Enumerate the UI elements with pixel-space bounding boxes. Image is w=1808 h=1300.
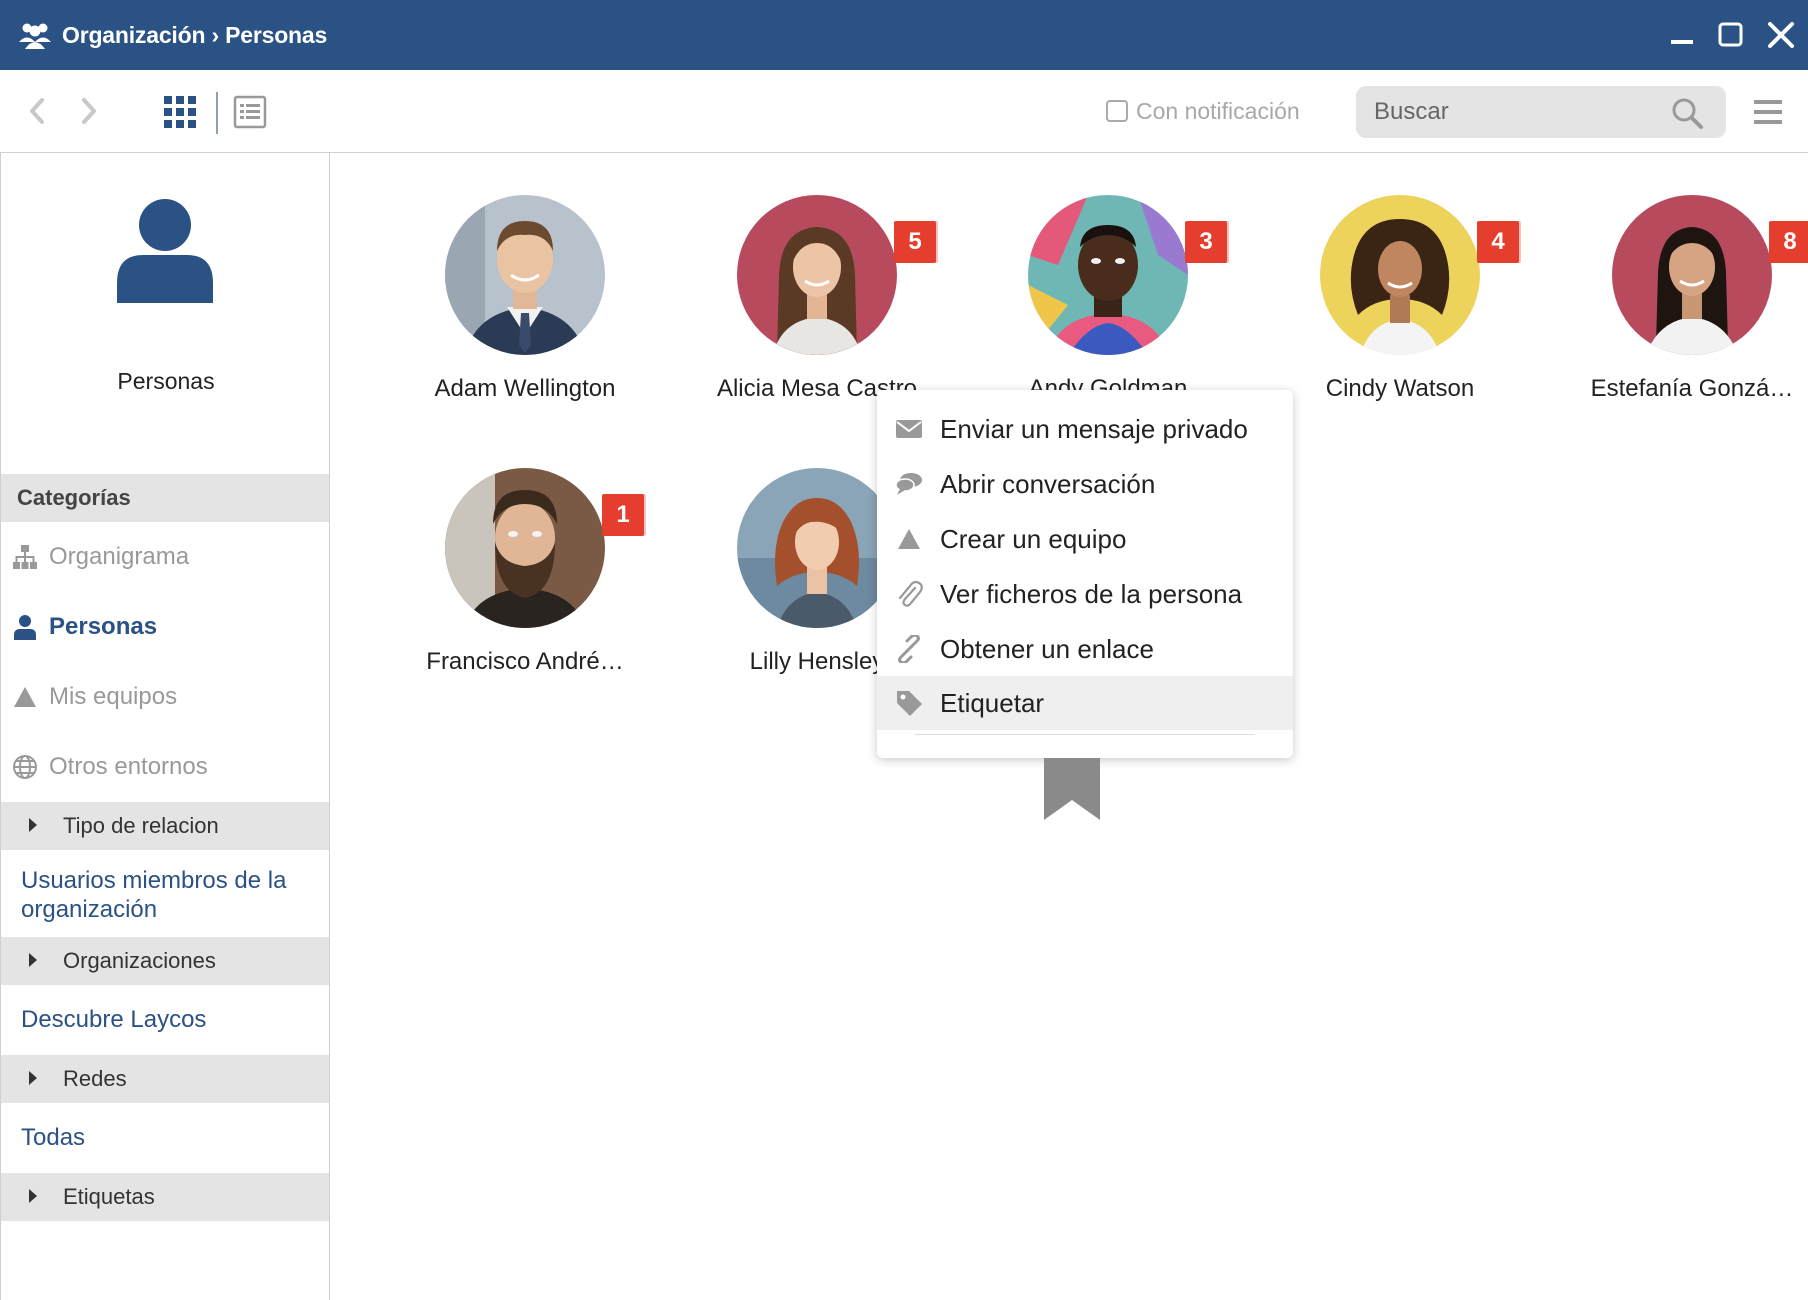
chat-bubbles-icon — [895, 473, 922, 495]
caret-right-icon — [29, 953, 37, 967]
person-card-andy-goldman[interactable]: 3 Andy Goldman — [953, 153, 1243, 403]
toolbar: Con notificación — [0, 70, 1808, 153]
maximize-icon[interactable] — [1714, 18, 1748, 52]
menu-item-ver-ficheros[interactable]: Ver ficheros de la persona — [877, 567, 1293, 621]
paperclip-icon — [898, 580, 923, 607]
sidebar-item-label: Mis equipos — [49, 683, 178, 710]
menu-item-label: Obtener un enlace — [940, 634, 1154, 664]
sidebar-item-organigrama[interactable]: Organigrama — [1, 529, 329, 585]
context-menu: Enviar un mensaje privado Abrir conversa… — [877, 390, 1293, 758]
notification-badge: 4 — [1477, 221, 1519, 263]
people-group-icon — [19, 23, 51, 49]
user-icon — [117, 199, 213, 303]
sidebar-link-todas[interactable]: Todas — [21, 1123, 321, 1152]
toolbar-divider — [216, 92, 218, 134]
sidebar-item-label: Otros entornos — [49, 753, 208, 780]
close-icon[interactable] — [1764, 18, 1798, 52]
sidebar-group-redes[interactable]: Redes — [1, 1055, 329, 1103]
sidebar-hero-label: Personas — [117, 368, 215, 394]
sidebar-group-etiquetas[interactable]: Etiquetas — [1, 1173, 329, 1221]
sidebar-group-label: Etiquetas — [63, 1184, 155, 1209]
person-card-alicia-mesa-castro[interactable]: 5 Alicia Mesa Castro — [662, 153, 952, 403]
sidebar-item-label: Personas — [49, 613, 158, 640]
chevron-left-icon[interactable] — [22, 94, 52, 128]
sidebar-item-mis-equipos[interactable]: Mis equipos — [1, 669, 329, 725]
title-bar: Organización › Personas — [0, 0, 1808, 70]
sidebar-link-usuarios-miembros[interactable]: Usuarios miembros de la organización — [21, 866, 321, 924]
menu-item-label: Etiquetar — [940, 688, 1045, 718]
sidebar: Personas Categorías Organigrama Personas… — [0, 153, 330, 1300]
sidebar-item-label: Organigrama — [49, 543, 190, 570]
menu-item-etiquetar[interactable]: Etiquetar — [877, 676, 1293, 730]
person-card-estefania-gonzalez[interactable]: 8 Estefanía Gonzá… — [1537, 153, 1808, 403]
sitemap-icon — [13, 545, 37, 569]
globe-icon — [13, 755, 37, 779]
caret-right-icon — [29, 818, 37, 832]
minimize-icon[interactable] — [1666, 18, 1700, 52]
chevron-right-icon[interactable] — [74, 94, 104, 128]
person-name: Estefanía Gonzá… — [1590, 375, 1794, 402]
person-card-cindy-watson[interactable]: 4 Cindy Watson — [1245, 153, 1535, 403]
sidebar-group-label: Redes — [63, 1066, 127, 1091]
checkbox-box[interactable] — [1106, 100, 1128, 122]
search-box — [1356, 86, 1726, 138]
sidebar-group-label: Tipo de relacion — [63, 813, 219, 838]
bookmark-icon — [1044, 758, 1100, 820]
sidebar-group-tipo-relacion[interactable]: Tipo de relacion — [1, 802, 329, 850]
notification-label: Con notificación — [1136, 97, 1300, 124]
categories-header: Categorías — [1, 474, 329, 522]
avatar[interactable] — [737, 195, 897, 355]
window-title: Organización › Personas — [62, 22, 328, 48]
menu-item-label: Enviar un mensaje privado — [940, 414, 1248, 444]
sidebar-link-descubre-laycos[interactable]: Descubre Laycos — [21, 1005, 321, 1034]
notification-badge: 1 — [602, 494, 644, 536]
caret-right-icon — [29, 1071, 37, 1085]
list-view-icon[interactable] — [232, 94, 268, 130]
avatar[interactable] — [445, 468, 605, 628]
notification-checkbox[interactable]: Con notificación — [1106, 96, 1300, 126]
search-input[interactable] — [1356, 86, 1666, 138]
avatar[interactable] — [1028, 195, 1188, 355]
person-name: Adam Wellington — [434, 375, 616, 402]
grid-view-icon[interactable] — [162, 94, 198, 130]
notification-badge: 5 — [894, 221, 936, 263]
sidebar-item-otros-entornos[interactable]: Otros entornos — [1, 739, 329, 795]
link-icon — [898, 635, 920, 663]
person-card-adam-wellington[interactable]: Adam Wellington — [370, 153, 660, 403]
envelope-icon — [896, 420, 922, 438]
menu-divider — [915, 734, 1255, 735]
sidebar-group-label: Organizaciones — [63, 948, 216, 973]
avatar[interactable] — [1320, 195, 1480, 355]
hamburger-menu-icon[interactable] — [1752, 96, 1784, 128]
avatar[interactable] — [1612, 195, 1772, 355]
notification-badge: 3 — [1185, 221, 1227, 263]
sidebar-group-organizaciones[interactable]: Organizaciones — [1, 937, 329, 985]
menu-item-label: Ver ficheros de la persona — [940, 579, 1243, 609]
avatar[interactable] — [445, 195, 605, 355]
person-card-francisco-andre[interactable]: 1 Francisco André… — [370, 426, 660, 676]
sidebar-item-personas[interactable]: Personas — [1, 599, 329, 655]
menu-item-crear-equipo[interactable]: Crear un equipo — [877, 512, 1293, 566]
menu-item-label: Abrir conversación — [940, 469, 1156, 499]
search-icon[interactable] — [1670, 96, 1704, 130]
tag-icon — [897, 691, 922, 716]
menu-item-enviar-mensaje[interactable]: Enviar un mensaje privado — [877, 402, 1293, 456]
person-name: Francisco André… — [426, 648, 624, 675]
triangle-icon — [14, 687, 36, 707]
notification-badge: 8 — [1769, 221, 1808, 263]
menu-item-label: Crear un equipo — [940, 524, 1127, 554]
avatar[interactable] — [737, 468, 897, 628]
menu-item-obtener-enlace[interactable]: Obtener un enlace — [877, 622, 1293, 676]
caret-right-icon — [29, 1189, 37, 1203]
menu-item-abrir-conversacion[interactable]: Abrir conversación — [877, 457, 1293, 511]
categories-title: Categorías — [17, 485, 131, 510]
triangle-icon — [898, 529, 920, 549]
user-icon — [14, 615, 36, 640]
